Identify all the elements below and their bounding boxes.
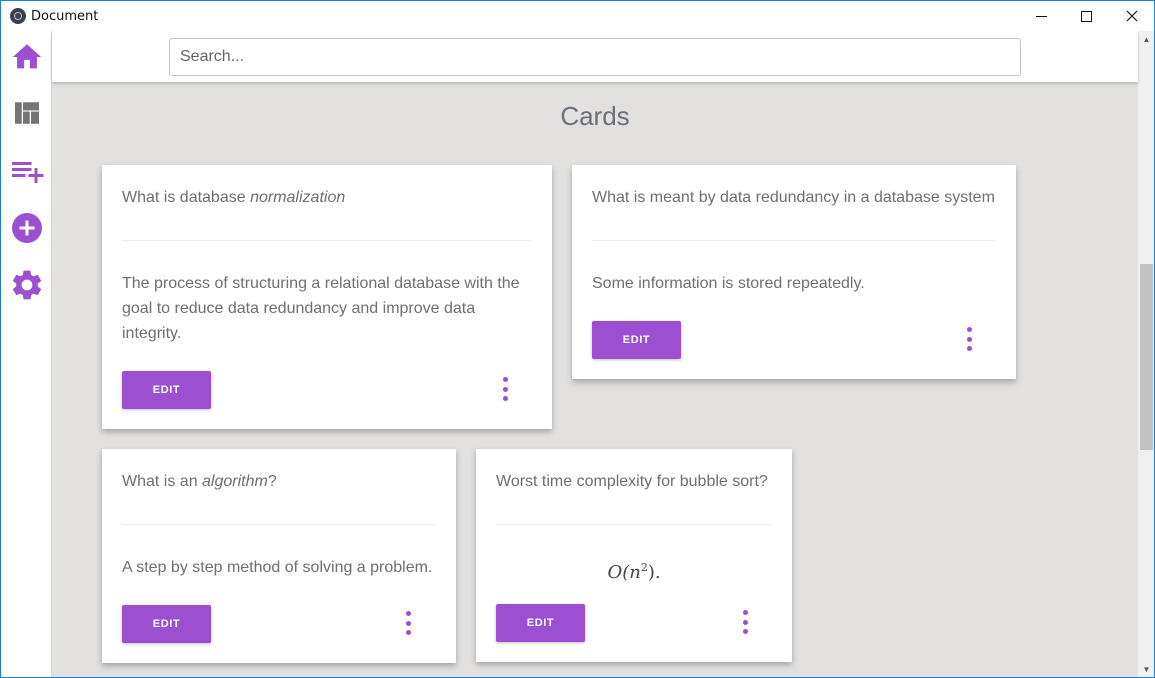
sidebar xyxy=(1,31,52,677)
add-circle-icon xyxy=(12,213,42,243)
sidebar-item-playlist-add[interactable] xyxy=(9,153,45,189)
sidebar-item-home[interactable] xyxy=(9,39,45,75)
scroll-thumb[interactable] xyxy=(1140,264,1153,450)
card-question: What is an algorithm? xyxy=(122,473,277,491)
edit-button[interactable]: EDIT xyxy=(122,371,211,409)
card: What is meant by data redundancy in a da… xyxy=(572,165,1016,379)
math-tail: ). xyxy=(647,562,661,583)
playlist-add-icon xyxy=(12,162,44,183)
card-answer: The process of structuring a relational … xyxy=(122,275,520,342)
top-bar xyxy=(52,31,1138,82)
card-question: What is meant by data redundancy in a da… xyxy=(592,189,995,207)
maximize-button[interactable] xyxy=(1063,1,1109,31)
card-question-emphasis: normalization xyxy=(250,189,346,206)
card: What is database normalization The proce… xyxy=(102,165,552,429)
minimize-button[interactable] xyxy=(1018,1,1064,31)
sidebar-item-dashboard[interactable] xyxy=(9,95,45,131)
more-vert-icon[interactable] xyxy=(402,611,414,635)
card-question: What is database normalization xyxy=(122,189,345,207)
app-logo-icon xyxy=(10,8,26,24)
card: What is an algorithm? A step by step met… xyxy=(102,449,456,663)
vertical-scrollbar[interactable]: ▲ ▼ xyxy=(1138,31,1154,677)
card-divider xyxy=(592,240,996,241)
card-divider xyxy=(122,524,436,525)
card-question-text: Worst time complexity for bubble sort? xyxy=(496,473,768,490)
card-answer: A step by step method of solving a probl… xyxy=(122,559,433,576)
card-question-suffix: ? xyxy=(267,473,277,490)
card-question-emphasis: algorithm xyxy=(202,473,268,490)
close-button[interactable] xyxy=(1109,1,1154,31)
sidebar-item-settings[interactable] xyxy=(9,267,45,303)
math-exponent: 2 xyxy=(640,561,648,574)
edit-button[interactable]: EDIT xyxy=(592,321,681,359)
card-divider xyxy=(496,524,772,525)
card-answer: Some information is stored repeatedly. xyxy=(592,275,865,292)
edit-button[interactable]: EDIT xyxy=(496,604,585,642)
window-title: Document xyxy=(31,9,99,24)
gear-icon xyxy=(12,270,42,300)
card-question-text: What is database xyxy=(122,189,251,206)
card-question-text: What is an xyxy=(122,473,203,490)
dashboard-icon xyxy=(15,102,39,124)
title-bar: Document xyxy=(1,1,1154,31)
search-input[interactable] xyxy=(169,38,1021,76)
card-answer-math: O(n2). xyxy=(496,555,772,585)
math-base: O(n xyxy=(607,562,641,583)
scroll-up-arrow-icon[interactable]: ▲ xyxy=(1138,31,1154,48)
close-icon xyxy=(1126,10,1138,22)
main-content: Cards What is database normalization The… xyxy=(52,82,1138,677)
page-title: Cards xyxy=(560,101,630,131)
scroll-down-arrow-icon[interactable]: ▼ xyxy=(1138,661,1154,677)
sidebar-item-add[interactable] xyxy=(9,210,45,246)
more-vert-icon[interactable] xyxy=(963,327,975,351)
app-window: Document Search... Cards What is databas… xyxy=(0,0,1155,678)
home-icon xyxy=(12,44,42,69)
more-vert-icon[interactable] xyxy=(739,610,751,634)
card-question-text: What is meant by data redundancy in a da… xyxy=(592,189,995,206)
minimize-icon xyxy=(1035,15,1047,17)
card-question: Worst time complexity for bubble sort? xyxy=(496,473,768,491)
card-divider xyxy=(122,240,532,241)
edit-button[interactable]: EDIT xyxy=(122,605,211,643)
more-vert-icon[interactable] xyxy=(499,377,511,401)
card: Worst time complexity for bubble sort? O… xyxy=(476,449,792,662)
maximize-icon xyxy=(1080,10,1092,22)
